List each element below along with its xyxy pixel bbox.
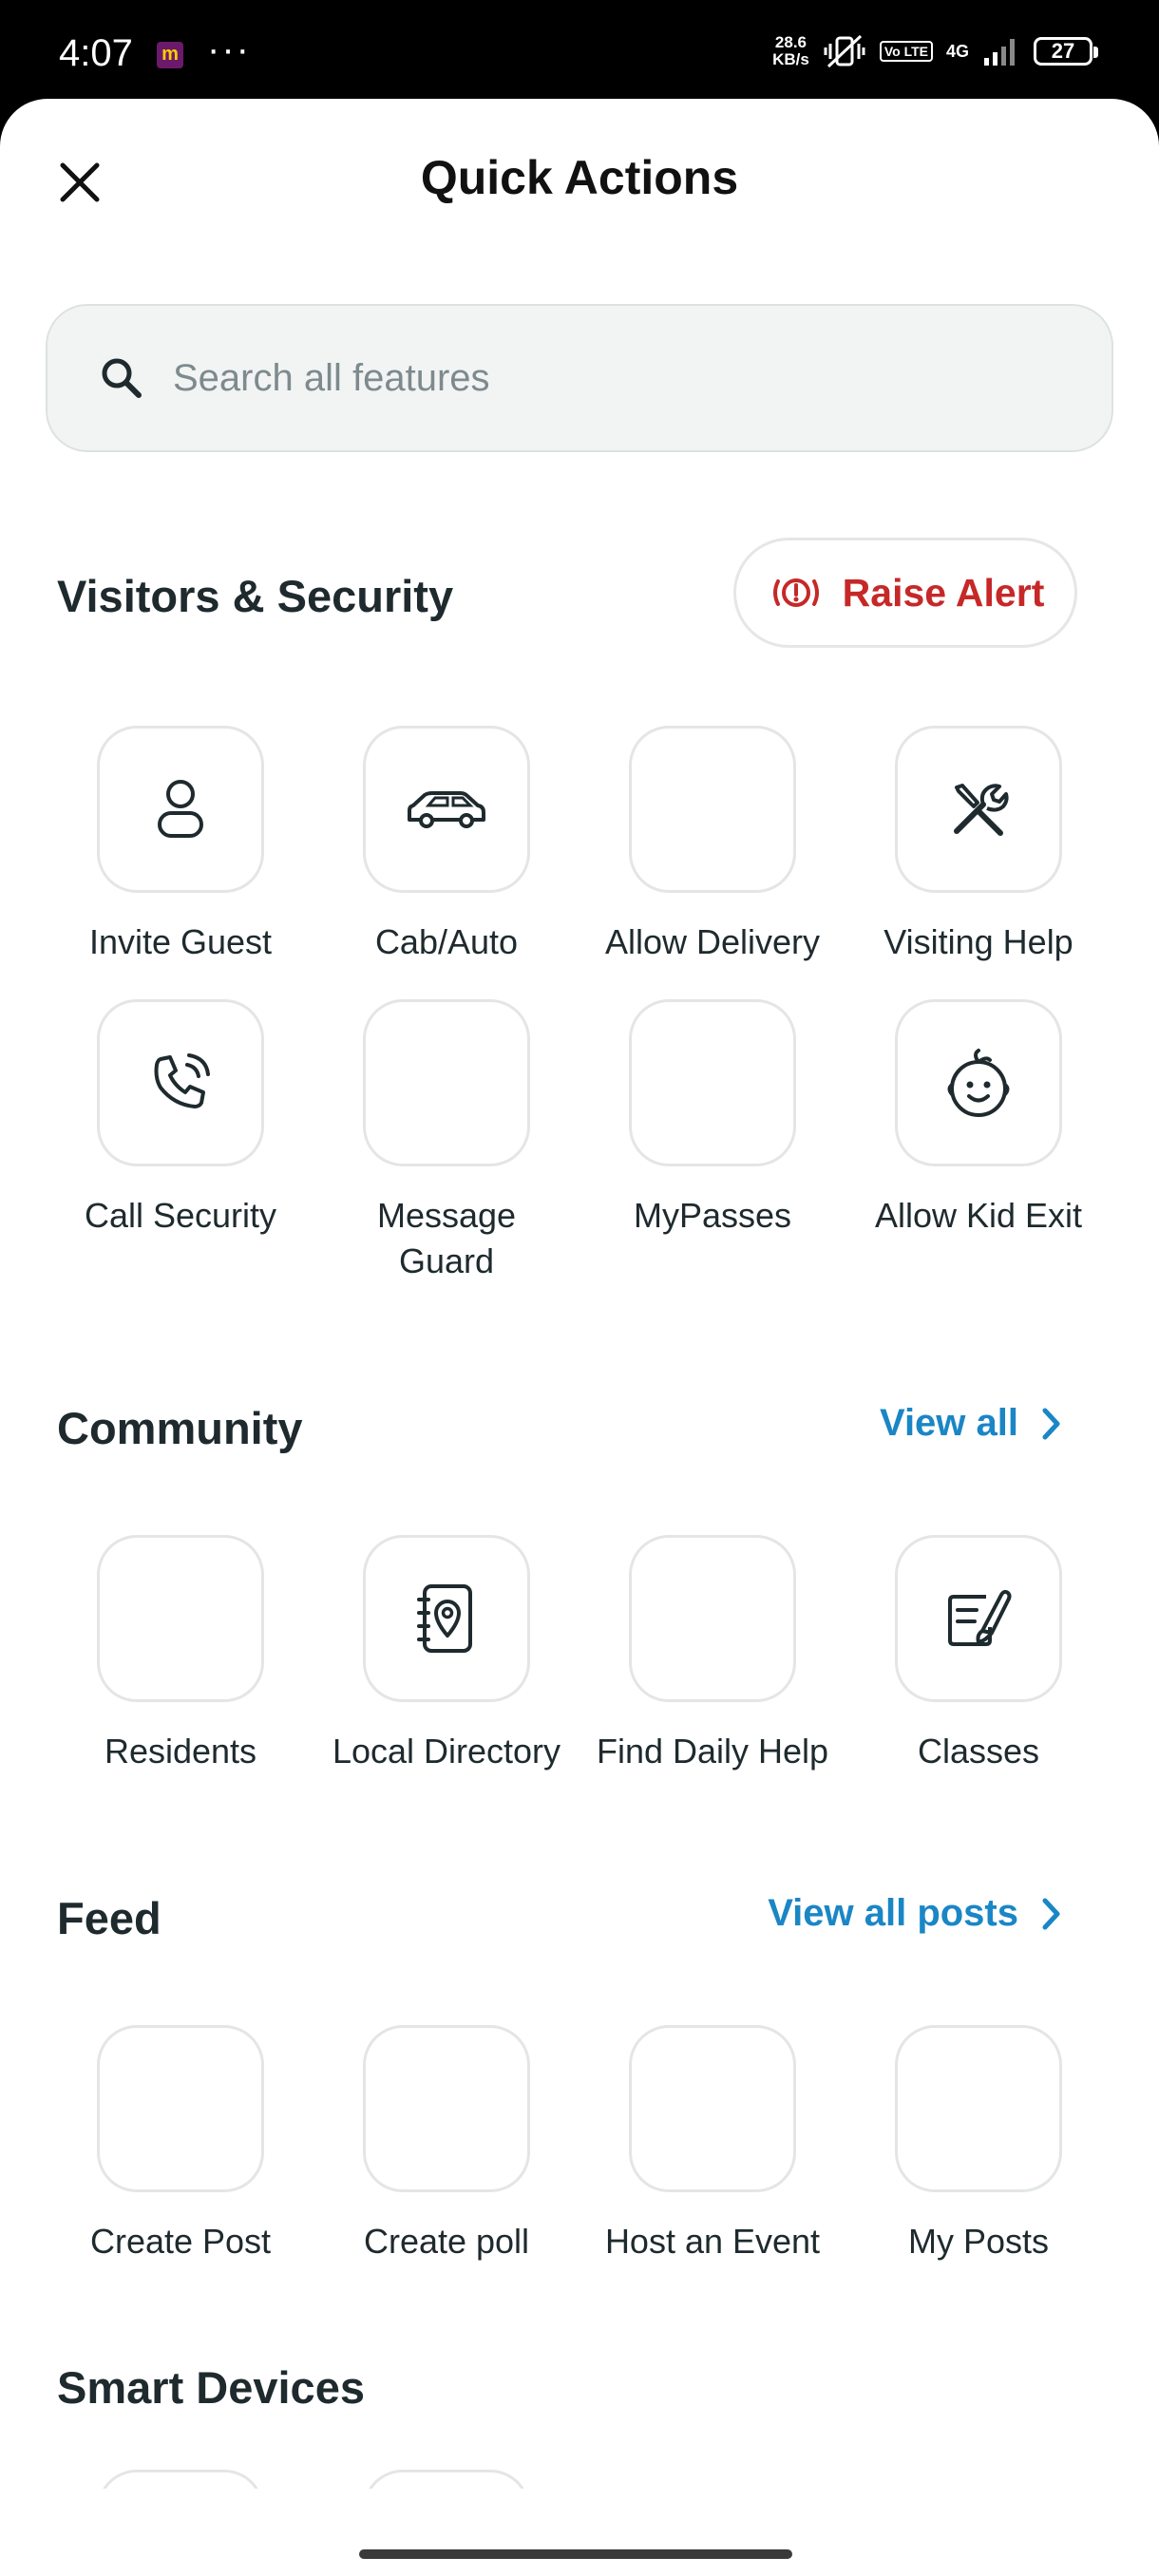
tile-label: Message Guard [376,1196,517,1280]
tile-find-daily-help[interactable]: Find Daily Help [580,1535,846,1774]
search-icon [102,358,142,398]
network-speed: 28.6 KB/s [772,34,809,68]
tile-label: Host an Event [604,2222,821,2261]
tile-icon-box [629,1535,796,1702]
tile-label: Allow Delivery [604,922,821,961]
chevron-right-icon [1042,1898,1060,1929]
tile-allow-delivery[interactable]: Allow Delivery [580,726,846,965]
section-title-smart-devices: Smart Devices [57,2362,365,2413]
network-speed-unit: KB/s [772,50,809,68]
tile-label: Classes [917,1732,1040,1771]
tile-label: Invite Guest [88,922,273,961]
tile-icon-box [97,1535,264,1702]
bottom-fade [0,2489,1159,2576]
tile-icon-box [895,999,1062,1166]
tile-label: Create Post [89,2222,272,2261]
battery-icon: 27 [1034,37,1098,66]
smart-device-tile[interactable] [97,2470,264,2489]
person-icon [158,780,203,838]
tile-icon-box [363,726,530,893]
volte-icon: Vo LTE [879,41,933,62]
tile-visiting-help[interactable]: Visiting Help [846,726,1112,965]
tile-label: Find Daily Help [596,1732,829,1771]
network-speed-value: 28.6 [774,33,807,51]
search-input[interactable] [171,355,1030,401]
tile-icon-box [629,726,796,893]
tile-classes[interactable]: Classes [846,1535,1112,1774]
tile-icon-box [363,2025,530,2192]
smart-device-tile[interactable] [363,2470,530,2489]
smart-devices-grid-clip [0,2470,1159,2489]
tile-icon-box [97,999,264,1166]
tile-icon-box [629,999,796,1166]
chevron-right-icon [1042,1408,1060,1439]
more-notifications-icon: ··· [207,28,251,70]
phone-icon [154,1053,210,1108]
tile-residents[interactable]: Residents [48,1535,314,1774]
raise-alert-button[interactable]: Raise Alert [733,538,1077,648]
tile-icon-box [895,2025,1062,2192]
tile-label: My Posts [907,2222,1050,2261]
status-time: 4:07 [59,32,133,74]
classes-icon [948,1589,1012,1646]
tile-invite-guest[interactable]: Invite Guest [48,726,314,965]
feed-view-all-posts-link[interactable]: View all posts [768,1892,1062,1935]
baby-icon [947,1049,1010,1117]
tile-label: Residents [104,1732,257,1771]
section-title-visitors-security: Visitors & Security [57,571,454,621]
quick-actions-sheet: Quick Actions Visitors & Security Raise … [0,99,1159,2576]
tile-host-an-event[interactable]: Host an Event [580,2025,846,2264]
tile-label: MyPasses [633,1196,792,1235]
tile-allow-kid-exit[interactable]: Allow Kid Exit [846,999,1112,1239]
tile-label: Cab/Auto [374,922,519,961]
alarm-icon [772,578,819,607]
tile-my-posts[interactable]: My Posts [846,2025,1112,2264]
raise-alert-label: Raise Alert [842,570,1045,615]
search-bar[interactable] [46,304,1113,452]
view-all-posts-label: View all posts [768,1892,1018,1934]
car-icon [408,791,485,828]
home-indicator[interactable] [359,2549,792,2559]
page-title: Quick Actions [420,151,739,204]
section-title-feed: Feed [57,1893,162,1943]
tile-label: Visiting Help [884,922,1074,961]
signal-icon [984,39,1015,66]
tile-icon-box [97,2025,264,2192]
tile-message-guard[interactable]: Message Guard [314,999,580,1284]
view-all-label: View all [879,1402,1018,1444]
header: Quick Actions [0,99,1159,260]
tile-label: Local Directory [332,1732,561,1771]
tile-icon-box [895,726,1062,893]
tile-cab-auto[interactable]: Cab/Auto [314,726,580,965]
tile-label: Allow Kid Exit [874,1196,1083,1235]
tile-icon-box [363,999,530,1166]
status-icons: 28.6 KB/s Vo LTE 4G 27 [772,32,1098,70]
directory-icon [417,1584,472,1653]
tile-create-poll[interactable]: Create poll [314,2025,580,2264]
tile-local-directory[interactable]: Local Directory [314,1535,580,1774]
section-title-community: Community [57,1403,303,1453]
status-bar: 4:07 m ··· 28.6 KB/s Vo LTE 4G 27 [0,0,1159,104]
community-view-all-link[interactable]: View all [880,1402,1062,1445]
tile-create-post[interactable]: Create Post [48,2025,314,2264]
tile-label: Call Security [84,1196,277,1235]
tile-mypasses[interactable]: MyPasses [580,999,846,1239]
tile-call-security[interactable]: Call Security [48,999,314,1239]
tile-label: Create poll [363,2222,530,2261]
tools-icon [954,784,1009,836]
tile-icon-box [629,2025,796,2192]
tile-icon-box [363,1535,530,1702]
tile-icon-box [895,1535,1062,1702]
tile-icon-box [97,726,264,893]
app-notification-icon: m [157,42,183,68]
network-type: 4G [945,41,969,61]
vibrate-mute-icon [824,34,865,68]
